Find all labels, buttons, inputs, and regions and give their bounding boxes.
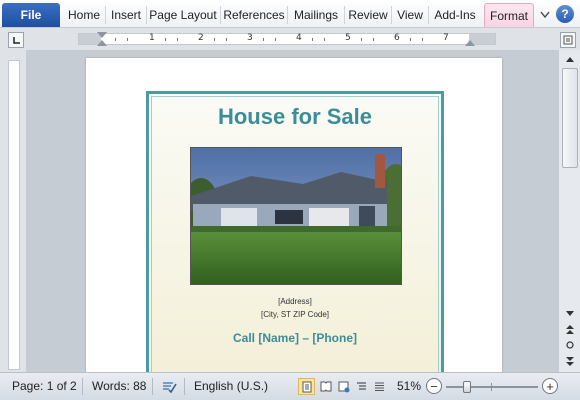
city-state-zip-line[interactable]: [City, ST ZIP Code] <box>149 310 441 319</box>
address-line[interactable]: [Address] <box>149 297 441 306</box>
document-canvas[interactable]: House for Sale [Address] [City, ST ZIP C… <box>0 50 558 372</box>
print-layout-icon <box>302 381 311 392</box>
document-page[interactable]: House for Sale [Address] [City, ST ZIP C… <box>86 58 502 372</box>
double-arrow-down-icon <box>566 356 574 366</box>
scrollbar-thumb[interactable] <box>562 68 578 168</box>
minimize-ribbon-icon[interactable] <box>536 6 554 24</box>
ruler-number: 2 <box>198 33 204 43</box>
left-tab-icon <box>12 36 20 44</box>
call-contact-line[interactable]: Call [Name] – [Phone] <box>149 331 441 345</box>
tab-add-ins[interactable]: Add-Ins <box>429 3 481 27</box>
ruler-number: 5 <box>345 33 351 43</box>
scroll-down-button[interactable] <box>562 306 578 320</box>
print-layout-view-button[interactable] <box>298 378 315 395</box>
vertical-scrollbar[interactable] <box>558 50 580 372</box>
house-photo-image <box>191 148 401 284</box>
file-tab[interactable]: File <box>2 3 60 27</box>
tab-page-layout[interactable]: Page Layout <box>147 3 219 27</box>
tab-format[interactable]: Format <box>484 3 534 27</box>
ruler-number: 6 <box>394 33 400 43</box>
ruler-toggle-icon <box>563 35 573 45</box>
language-indicator[interactable]: English (U.S.) <box>194 379 268 393</box>
web-layout-icon <box>338 381 349 392</box>
house-photo[interactable] <box>190 147 402 285</box>
zoom-slider-thumb[interactable] <box>463 381 471 393</box>
flyer-frame: House for Sale [Address] [City, ST ZIP C… <box>146 91 444 372</box>
help-button[interactable]: ? <box>556 5 574 23</box>
right-indent-marker[interactable] <box>465 40 475 46</box>
double-arrow-up-icon <box>566 324 574 334</box>
horizontal-ruler[interactable]: 1 2 3 4 5 6 7 <box>78 32 496 46</box>
circle-icon <box>566 341 574 349</box>
zoom-slider[interactable] <box>446 381 538 393</box>
ruler-number: 7 <box>443 33 449 43</box>
word-count[interactable]: Words: 88 <box>92 379 146 393</box>
first-line-indent-marker[interactable] <box>97 32 107 38</box>
outline-view-button[interactable] <box>353 378 370 395</box>
select-browse-object-button[interactable] <box>562 338 578 352</box>
ruler-number: 3 <box>247 33 253 43</box>
next-page-button[interactable] <box>562 354 578 368</box>
open-book-icon <box>320 381 331 392</box>
outline-icon <box>357 382 366 390</box>
arrow-down-icon <box>566 310 574 316</box>
web-layout-button[interactable] <box>335 378 352 395</box>
previous-page-button[interactable] <box>562 322 578 336</box>
ruler-number: 1 <box>149 33 155 43</box>
tab-home[interactable]: Home <box>63 3 105 27</box>
zoom-in-button[interactable]: + <box>542 378 558 394</box>
tab-review[interactable]: Review <box>345 3 391 27</box>
view-ruler-button[interactable] <box>560 32 576 48</box>
tab-mailings[interactable]: Mailings <box>288 3 344 27</box>
tab-view[interactable]: View <box>392 3 428 27</box>
full-screen-reading-button[interactable] <box>317 378 334 395</box>
status-bar: Page: 1 of 2 Words: 88 English (U.S.) 51… <box>0 372 580 400</box>
draft-view-button[interactable] <box>371 378 388 395</box>
vertical-ruler[interactable] <box>8 60 20 370</box>
ruler-number: 4 <box>296 33 302 43</box>
ribbon-tab-bar: File Home Insert Page Layout References … <box>0 0 580 28</box>
chevron-heart-icon <box>540 11 550 19</box>
tab-references[interactable]: References <box>221 3 287 27</box>
zoom-out-button[interactable]: − <box>426 378 442 394</box>
scroll-up-button[interactable] <box>562 52 578 66</box>
hanging-indent-marker[interactable] <box>97 40 107 46</box>
page-count[interactable]: Page: 1 of 2 <box>12 379 77 393</box>
flyer-title[interactable]: House for Sale <box>149 104 441 130</box>
proofing-status-icon[interactable] <box>160 378 177 395</box>
tab-stop-selector[interactable] <box>8 32 24 48</box>
draft-icon <box>375 382 384 392</box>
spelling-check-icon <box>162 381 177 393</box>
horizontal-ruler-row: 1 2 3 4 5 6 7 <box>0 28 580 50</box>
zoom-level[interactable]: 51% <box>397 379 421 393</box>
arrow-up-icon <box>566 56 574 62</box>
tab-insert[interactable]: Insert <box>106 3 146 27</box>
